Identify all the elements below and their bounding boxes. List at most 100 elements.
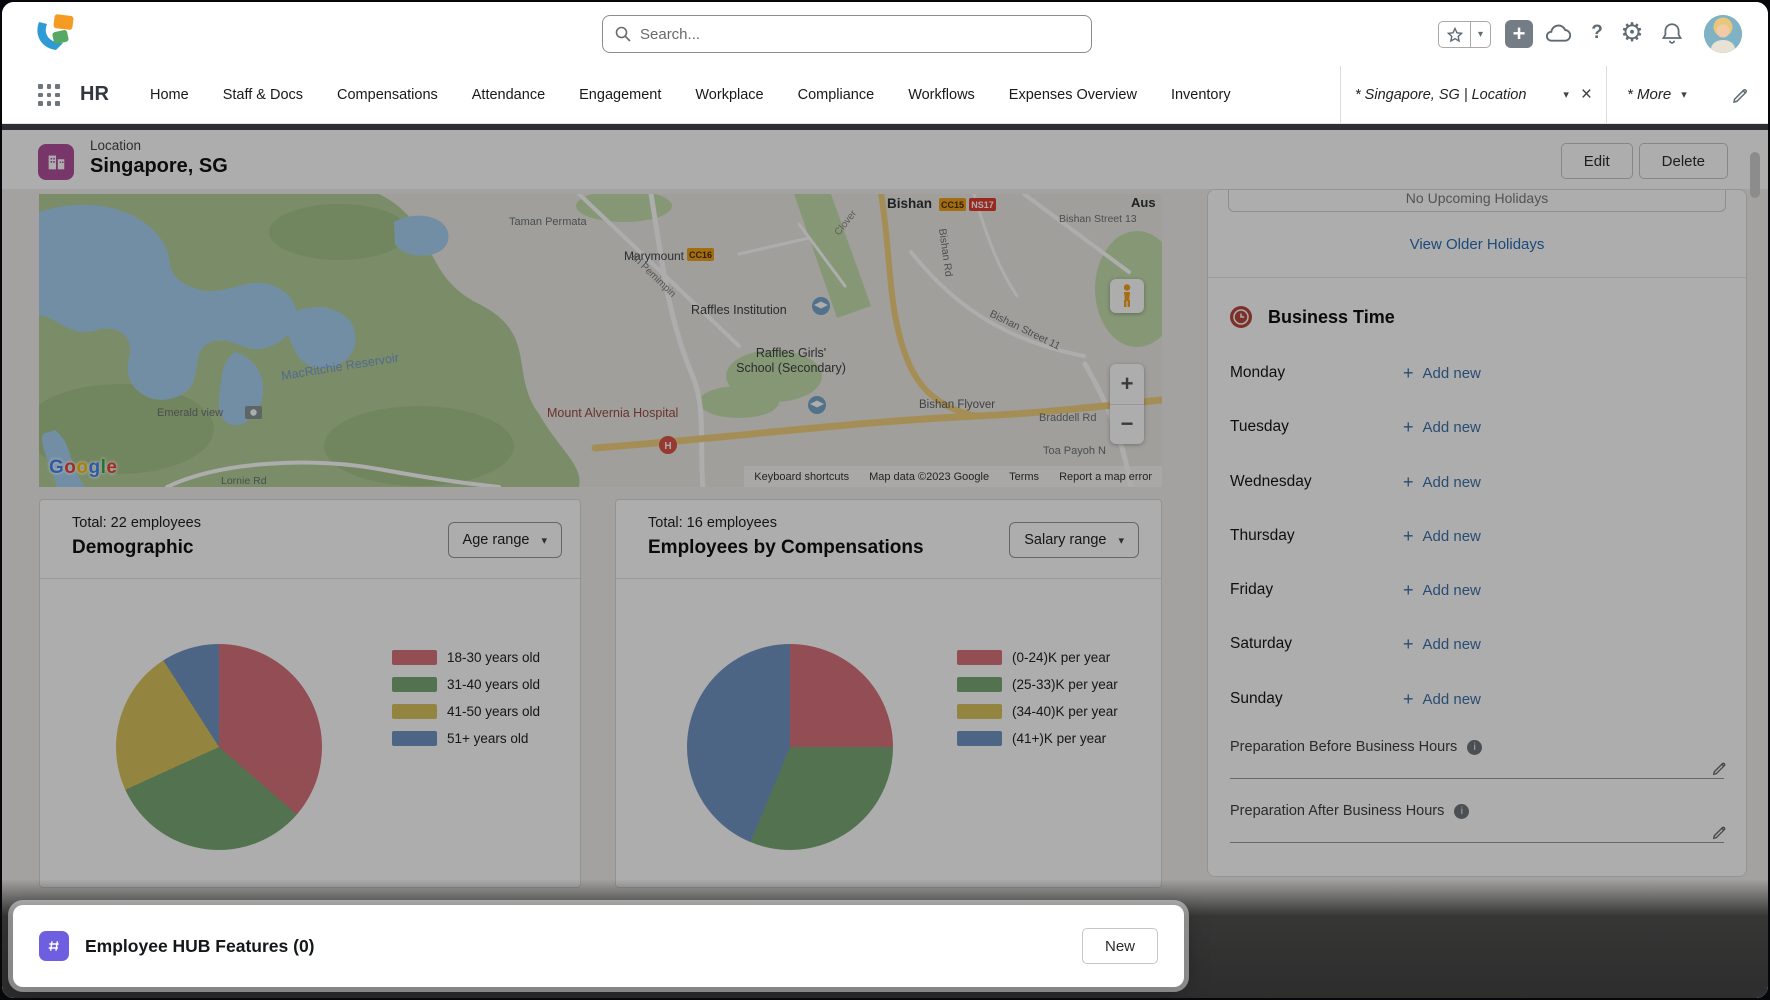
more-tabs-menu[interactable]: * More ▾ bbox=[1627, 66, 1687, 123]
tab-engagement[interactable]: Engagement bbox=[579, 87, 661, 103]
street-view-pegman-icon[interactable] bbox=[1110, 279, 1144, 313]
legend-label: 41-50 years old bbox=[447, 704, 540, 719]
map-label: Taman Permata bbox=[509, 216, 588, 228]
map-label: Emerald view bbox=[157, 407, 223, 419]
tab-inventory[interactable]: Inventory bbox=[1171, 87, 1231, 103]
help-icon[interactable]: ? bbox=[1584, 19, 1610, 47]
camera-viewpoint-icon[interactable] bbox=[245, 406, 262, 419]
tab-close-icon[interactable]: × bbox=[1581, 85, 1592, 104]
no-upcoming-holidays-box: No Upcoming Holidays bbox=[1228, 189, 1726, 212]
view-older-holidays-link[interactable]: View Older Holidays bbox=[1208, 236, 1746, 253]
ns17-badge: NS17 bbox=[971, 200, 994, 210]
app-logo-icon[interactable] bbox=[32, 13, 78, 55]
edit-button[interactable]: Edit bbox=[1561, 143, 1633, 179]
location-building-icon bbox=[38, 144, 74, 180]
legend-swatch bbox=[957, 704, 1002, 719]
app-launcher-icon[interactable] bbox=[38, 84, 61, 107]
demographic-title: Demographic bbox=[72, 537, 193, 559]
page-title: Singapore, SG bbox=[90, 155, 228, 178]
edit-pencil-icon[interactable] bbox=[1712, 824, 1728, 840]
legend-label: (34-40)K per year bbox=[1012, 704, 1118, 719]
tab-dropdown-chevron-icon[interactable]: ▾ bbox=[1563, 88, 1569, 101]
notifications-bell-icon[interactable] bbox=[1658, 20, 1686, 46]
add-new-sunday[interactable]: +Add new bbox=[1403, 690, 1481, 708]
legend-swatch bbox=[957, 731, 1002, 746]
browser-window: ▾ + ? ⚙ HR Home Staff & Docs bbox=[2, 2, 1768, 998]
app-navigation: HR Home Staff & Docs Compensations Atten… bbox=[2, 66, 1768, 124]
age-range-dropdown[interactable]: Age range ▾ bbox=[448, 522, 562, 558]
tab-workplace[interactable]: Workplace bbox=[695, 87, 763, 103]
keyboard-shortcuts-link[interactable]: Keyboard shortcuts bbox=[754, 471, 849, 483]
plus-icon: + bbox=[1403, 364, 1414, 382]
zoom-out-button[interactable]: − bbox=[1110, 405, 1144, 445]
school-icon[interactable] bbox=[808, 396, 826, 414]
map-label: Bishan Flyover bbox=[919, 399, 995, 411]
tab-attendance[interactable]: Attendance bbox=[472, 87, 545, 103]
demographic-total: Total: 22 employees bbox=[72, 515, 201, 531]
tab-singapore-location-active[interactable]: * Singapore, SG | Location ▾ × bbox=[1340, 66, 1607, 123]
day-row-wednesday: Wednesday +Add new bbox=[1230, 471, 1724, 493]
legend-label: 31-40 years old bbox=[447, 677, 540, 692]
hospital-icon[interactable]: H bbox=[659, 436, 677, 454]
demographic-legend: 18-30 years old 31-40 years old 41-50 ye… bbox=[392, 648, 540, 756]
add-new-saturday[interactable]: +Add new bbox=[1403, 635, 1481, 653]
compensation-legend: (0-24)K per year (25-33)K per year (34-4… bbox=[957, 648, 1118, 756]
search-input[interactable] bbox=[640, 26, 1079, 43]
report-map-error-link[interactable]: Report a map error bbox=[1059, 471, 1152, 483]
business-time-title: Business Time bbox=[1268, 307, 1395, 328]
map-data-credit: Map data ©2023 Google bbox=[869, 471, 989, 483]
terms-link[interactable]: Terms bbox=[1009, 471, 1039, 483]
cc16-badge: CC16 bbox=[689, 250, 712, 260]
edit-pencil-icon[interactable] bbox=[1712, 760, 1728, 776]
legend-label: 51+ years old bbox=[447, 731, 528, 746]
chevron-down-icon: ▾ bbox=[541, 534, 547, 547]
google-map[interactable]: Taman Permata Clover Marymount Jln Pemim… bbox=[39, 194, 1162, 487]
global-search bbox=[602, 15, 1092, 53]
legend-label: (25-33)K per year bbox=[1012, 677, 1118, 692]
tab-compliance[interactable]: Compliance bbox=[798, 87, 875, 103]
svg-text:H: H bbox=[664, 441, 671, 452]
page-content: Location Singapore, SG Edit Delete bbox=[2, 124, 1768, 998]
add-new-thursday[interactable]: +Add new bbox=[1403, 527, 1481, 545]
prep-before-field[interactable] bbox=[1230, 778, 1724, 779]
user-avatar[interactable] bbox=[1704, 15, 1742, 53]
day-row-sunday: Sunday +Add new bbox=[1230, 688, 1724, 710]
day-row-monday: Monday +Add new bbox=[1230, 362, 1724, 384]
favorites-dropdown-icon[interactable]: ▾ bbox=[1470, 22, 1490, 47]
delete-button[interactable]: Delete bbox=[1639, 143, 1728, 179]
salary-range-dropdown[interactable]: Salary range ▾ bbox=[1009, 522, 1139, 558]
hub-features-title: Employee HUB Features (0) bbox=[85, 936, 1082, 957]
map-label: Bishan bbox=[887, 196, 932, 211]
tab-staff-docs[interactable]: Staff & Docs bbox=[223, 87, 303, 103]
add-new-tuesday[interactable]: +Add new bbox=[1403, 418, 1481, 436]
add-new-wednesday[interactable]: +Add new bbox=[1403, 473, 1481, 491]
edit-navigation-pencil-icon[interactable] bbox=[1732, 86, 1750, 104]
legend-swatch bbox=[392, 704, 437, 719]
compensation-title: Employees by Compensations bbox=[648, 537, 924, 559]
tab-home[interactable]: Home bbox=[150, 87, 189, 103]
tab-compensations[interactable]: Compensations bbox=[337, 87, 438, 103]
cloud-icon[interactable] bbox=[1542, 23, 1574, 45]
prep-after-label: Preparation After Business Hours i bbox=[1230, 803, 1469, 819]
favorite-star-icon[interactable] bbox=[1439, 22, 1470, 47]
tab-expenses-overview[interactable]: Expenses Overview bbox=[1009, 87, 1137, 103]
scrollbar-thumb[interactable] bbox=[1750, 152, 1760, 198]
legend-label: (41+)K per year bbox=[1012, 731, 1106, 746]
prep-after-field[interactable] bbox=[1230, 842, 1724, 843]
cc15-badge: CC15 bbox=[941, 200, 964, 210]
plus-icon: + bbox=[1403, 635, 1414, 653]
global-actions-plus-icon[interactable]: + bbox=[1505, 20, 1533, 48]
map-label: Raffles Institution bbox=[691, 303, 787, 317]
add-new-monday[interactable]: +Add new bbox=[1403, 364, 1481, 382]
add-new-friday[interactable]: +Add new bbox=[1403, 581, 1481, 599]
new-button[interactable]: New bbox=[1082, 928, 1158, 964]
info-icon[interactable]: i bbox=[1454, 804, 1469, 819]
zoom-in-button[interactable]: + bbox=[1110, 364, 1144, 405]
school-icon[interactable] bbox=[812, 297, 830, 315]
tab-workflows[interactable]: Workflows bbox=[908, 87, 975, 103]
google-logo[interactable]: Google bbox=[49, 457, 117, 479]
day-row-saturday: Saturday +Add new bbox=[1230, 633, 1724, 655]
setup-gear-icon[interactable]: ⚙ bbox=[1616, 15, 1648, 49]
divider bbox=[1208, 277, 1746, 278]
info-icon[interactable]: i bbox=[1467, 740, 1482, 755]
